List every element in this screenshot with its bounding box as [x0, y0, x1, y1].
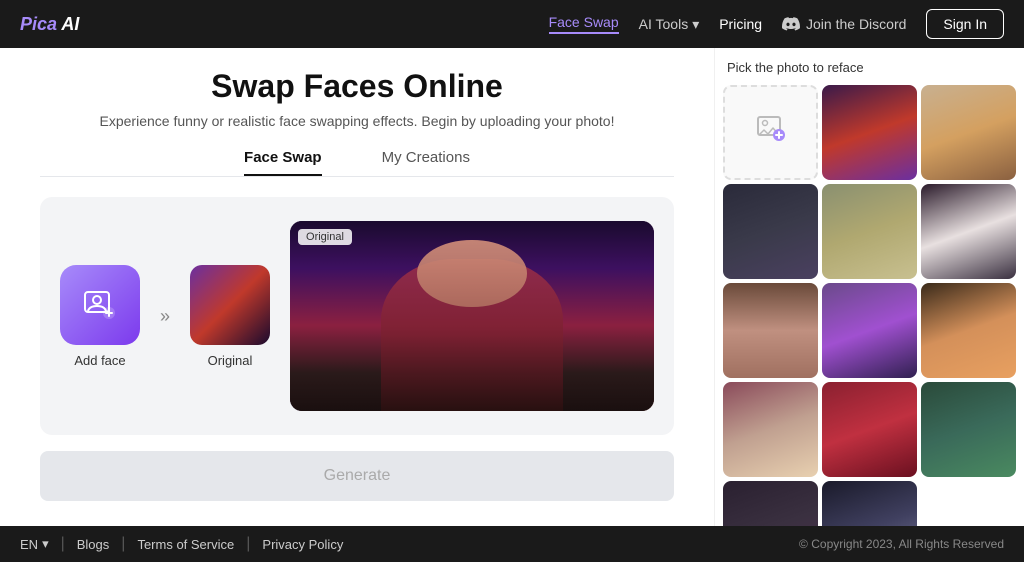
- original-box: Original: [190, 265, 270, 368]
- chevron-down-icon: ▾: [42, 536, 49, 552]
- original-badge: Original: [298, 229, 352, 245]
- photo-item[interactable]: [822, 283, 917, 378]
- language-selector[interactable]: EN ▾: [20, 536, 49, 552]
- photo-item[interactable]: [921, 184, 1016, 279]
- footer-copyright: © Copyright 2023, All Rights Reserved: [799, 537, 1004, 551]
- tab-face-swap[interactable]: Face Swap: [244, 149, 322, 176]
- language-label: EN: [20, 537, 38, 552]
- left-panel: Swap Faces Online Experience funny or re…: [0, 48, 714, 526]
- photo-item[interactable]: [921, 283, 1016, 378]
- photo-item[interactable]: [723, 283, 818, 378]
- footer-divider-1: |: [61, 535, 65, 553]
- photo-item[interactable]: [921, 85, 1016, 180]
- main-layout: Swap Faces Online Experience funny or re…: [0, 48, 1024, 526]
- logo: Pica AI: [20, 14, 79, 35]
- footer-divider-3: |: [246, 535, 250, 553]
- tabs: Face Swap My Creations: [40, 149, 674, 177]
- chevron-down-icon: ▾: [692, 16, 699, 33]
- photo-item[interactable]: [822, 382, 917, 477]
- photo-grid: [723, 85, 1016, 526]
- original-label: Original: [208, 353, 253, 368]
- photo-item[interactable]: [822, 184, 917, 279]
- footer-privacy-link[interactable]: Privacy Policy: [262, 537, 343, 552]
- footer-blogs-link[interactable]: Blogs: [77, 537, 110, 552]
- tab-my-creations[interactable]: My Creations: [382, 149, 470, 176]
- signin-button[interactable]: Sign In: [926, 9, 1004, 39]
- footer: EN ▾ | Blogs | Terms of Service | Privac…: [0, 526, 1024, 562]
- photo-item[interactable]: [723, 481, 818, 526]
- navbar: Pica AI Face Swap AI Tools ▾ Pricing Joi…: [0, 0, 1024, 48]
- nav-pricing[interactable]: Pricing: [719, 16, 762, 32]
- photo-item[interactable]: [921, 382, 1016, 477]
- photo-item[interactable]: [822, 481, 917, 526]
- photo-item[interactable]: [723, 184, 818, 279]
- pick-label: Pick the photo to reface: [723, 60, 1016, 75]
- photo-item[interactable]: [822, 85, 917, 180]
- discord-label: Join the Discord: [806, 16, 906, 32]
- footer-divider-2: |: [121, 535, 125, 553]
- add-face-button[interactable]: [60, 265, 140, 345]
- arrow-right-icon: »: [160, 306, 170, 327]
- nav-face-swap[interactable]: Face Swap: [549, 14, 619, 34]
- photo-item[interactable]: [723, 382, 818, 477]
- plus-icon: [755, 113, 787, 152]
- nav-links: Face Swap AI Tools ▾ Pricing Join the Di…: [549, 9, 1004, 39]
- nav-discord[interactable]: Join the Discord: [782, 16, 906, 32]
- ai-tools-label: AI Tools: [639, 16, 689, 32]
- main-image-area: Original: [290, 221, 654, 411]
- generate-button[interactable]: Generate: [40, 451, 674, 501]
- right-panel: Pick the photo to reface: [714, 48, 1024, 526]
- main-preview-image: [290, 221, 654, 411]
- original-thumbnail[interactable]: [190, 265, 270, 345]
- page-subtitle: Experience funny or realistic face swapp…: [40, 113, 674, 129]
- workspace: Add face » Original: [40, 197, 674, 435]
- add-face-label: Add face: [74, 353, 125, 368]
- discord-icon: [782, 17, 800, 31]
- hero-figure: [290, 221, 654, 411]
- page-title: Swap Faces Online: [40, 68, 674, 105]
- footer-left: EN ▾ | Blogs | Terms of Service | Privac…: [20, 535, 343, 553]
- add-face-box: Add face: [60, 265, 140, 368]
- add-face-icon: [82, 287, 118, 323]
- footer-terms-link[interactable]: Terms of Service: [137, 537, 234, 552]
- nav-ai-tools[interactable]: AI Tools ▾: [639, 16, 700, 33]
- upload-photo-button[interactable]: [723, 85, 818, 180]
